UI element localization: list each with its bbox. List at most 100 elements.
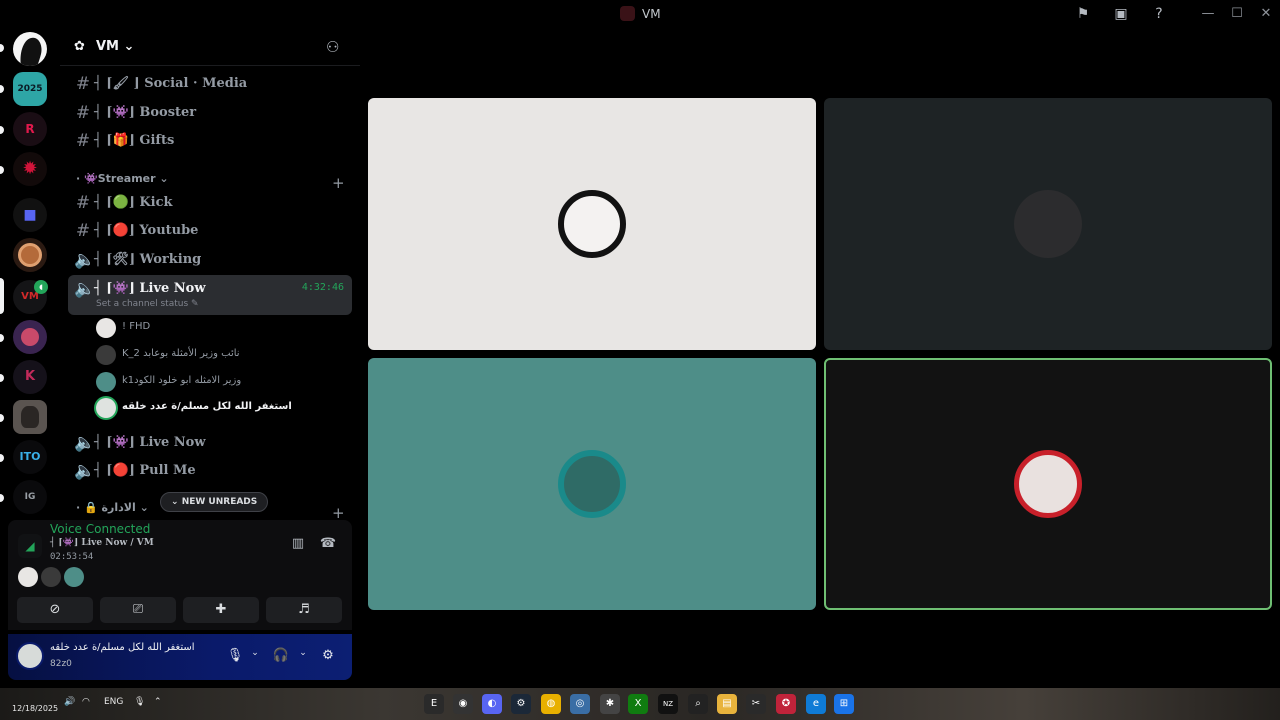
microphone-icon[interactable]: 🎙 bbox=[226, 648, 244, 666]
soundboard-button[interactable]: ♬ bbox=[266, 597, 342, 623]
voice-connection-panel: ◢ Voice Connected ┤ ⌈👾⌋ Live Now / VM 02… bbox=[8, 520, 352, 630]
nzxt-icon[interactable]: NZ bbox=[658, 694, 678, 714]
volume-icon[interactable]: 🔊 bbox=[64, 697, 75, 707]
server-icon[interactable] bbox=[13, 320, 47, 354]
avatar bbox=[1014, 190, 1082, 258]
chrome-icon[interactable]: ◍ bbox=[541, 694, 561, 714]
camera-off-button[interactable]: ⊘ bbox=[17, 597, 93, 623]
steelseries-icon[interactable]: ✱ bbox=[600, 694, 620, 714]
server-icon[interactable] bbox=[13, 32, 47, 66]
channel-status[interactable]: Set a channel status ✎ bbox=[96, 299, 199, 309]
discord-icon[interactable]: ◐ bbox=[482, 694, 502, 714]
server-icon[interactable]: K bbox=[13, 360, 47, 394]
share-screen-button[interactable]: ⎚ bbox=[100, 597, 176, 623]
avatar bbox=[96, 345, 116, 365]
voice-user[interactable]: ! FHD bbox=[94, 316, 344, 340]
search-icon[interactable]: ⌕ bbox=[688, 694, 708, 714]
channel-timer: 4:32:46 bbox=[301, 282, 344, 293]
avatar[interactable] bbox=[64, 567, 84, 587]
avatar[interactable] bbox=[16, 642, 44, 670]
channel-kick[interactable]: # ┤ ⌈🟢⌋ Kick bbox=[68, 189, 352, 217]
video-tile-speaking[interactable] bbox=[824, 358, 1272, 610]
category-streamer[interactable]: · 👾Streamer ⌄ bbox=[76, 172, 169, 185]
close-button[interactable]: ✕ bbox=[1256, 4, 1276, 24]
text-channel-icon: # bbox=[75, 74, 91, 94]
channel-booster[interactable]: # ┤ ⌈👾⌋ Booster bbox=[68, 99, 352, 127]
chevron-down-icon[interactable]: ⌄ bbox=[246, 648, 264, 666]
unread-indicator bbox=[0, 414, 4, 422]
avatar bbox=[96, 318, 116, 338]
video-tile[interactable] bbox=[368, 98, 816, 350]
app-icon[interactable]: ✪ bbox=[776, 694, 796, 714]
server-header[interactable]: ✿ VM ⌄ ⚇ bbox=[60, 28, 360, 66]
app-icon[interactable]: ◎ bbox=[570, 694, 590, 714]
voice-channel-icon: 🔈 bbox=[74, 433, 96, 453]
unread-indicator bbox=[0, 126, 4, 134]
server-icon[interactable]: ✹ bbox=[13, 152, 47, 186]
chevron-up-icon[interactable]: ⌃ bbox=[154, 697, 162, 707]
folder-icon[interactable]: ■ bbox=[13, 198, 47, 232]
user-panel: استغفر الله لكل مسلم/ة عدد خلقه 82z0 🎙 ⌄… bbox=[8, 634, 352, 680]
help-icon[interactable]: ? bbox=[1150, 5, 1168, 23]
activities-button[interactable]: ✚ bbox=[183, 597, 259, 623]
voice-participants bbox=[18, 567, 84, 587]
channel-live-now[interactable]: 🔈 ┤ ⌈👾⌋ Live Now bbox=[68, 429, 352, 457]
voice-user-speaking[interactable]: استغفر الله لكل مسلم/ة عدد خلقه bbox=[94, 396, 344, 420]
server-icon[interactable]: IG bbox=[13, 480, 47, 514]
voice-user[interactable]: k1وزير الامثله ابو خلود الكود bbox=[94, 370, 344, 394]
unread-indicator bbox=[0, 374, 4, 382]
inbox-icon[interactable]: ▣ bbox=[1112, 5, 1130, 23]
taskbar: 12/18/2025 🔊 ◠ ENG 🎙 ⌃ E ◉ ◐ ⚙ ◍ ◎ ✱ X N… bbox=[0, 688, 1280, 720]
signal-strength-icon[interactable]: ◢ bbox=[18, 534, 42, 558]
channel-label: ┤ ⌈👾⌋ Live Now bbox=[94, 281, 206, 296]
epic-games-icon[interactable]: E bbox=[424, 694, 444, 714]
flag-icon[interactable]: ⚑ bbox=[1074, 5, 1092, 23]
channel-working[interactable]: 🔈 ┤ ⌈🛠⌋ Working bbox=[68, 246, 352, 274]
unread-indicator bbox=[0, 334, 4, 342]
voice-channel-path[interactable]: ┤ ⌈👾⌋ Live Now / VM bbox=[50, 538, 154, 548]
chevron-down-icon[interactable]: ⌄ bbox=[294, 648, 312, 666]
new-unreads-button[interactable]: ⌄ NEW UNREADS bbox=[160, 492, 269, 512]
channel-label: ┤ ⌈🛠⌋ Working bbox=[94, 252, 202, 267]
text-channel-icon: # bbox=[75, 221, 91, 241]
text-channel-icon: # bbox=[75, 103, 91, 123]
obs-icon[interactable]: ◉ bbox=[453, 694, 473, 714]
server-icon[interactable] bbox=[13, 238, 47, 272]
gear-icon[interactable]: ⚙ bbox=[319, 648, 337, 666]
channel-pull-me[interactable]: 🔈 ┤ ⌈🔴⌋ Pull Me bbox=[68, 457, 352, 485]
voice-channel-icon: 🔈 bbox=[74, 461, 96, 481]
user-name[interactable]: استغفر الله لكل مسلم/ة عدد خلقه bbox=[50, 642, 195, 653]
window-title: VM bbox=[620, 6, 661, 21]
xbox-icon[interactable]: X bbox=[628, 694, 648, 714]
capcut-icon[interactable]: ✂ bbox=[746, 694, 766, 714]
minimize-button[interactable]: — bbox=[1198, 4, 1218, 24]
maximize-button[interactable]: ☐ bbox=[1227, 4, 1247, 24]
windows-start-icon[interactable]: ⊞ bbox=[834, 694, 854, 714]
channel-youtube[interactable]: # ┤ ⌈🔴⌋ Youtube bbox=[68, 217, 352, 245]
channel-gifts[interactable]: # ┤ ⌈🎁⌋ Gifts bbox=[68, 127, 352, 155]
channel-social-media[interactable]: # ┤ ⌈🖌 ⌋ Social · Media bbox=[68, 70, 352, 98]
server-icon[interactable]: 2025 bbox=[13, 72, 47, 106]
voice-user[interactable]: K_2 نائب وزير الأمثلة بوعابد bbox=[94, 343, 344, 367]
avatar[interactable] bbox=[41, 567, 61, 587]
headphones-icon[interactable]: 🎧 bbox=[272, 648, 290, 666]
server-icon[interactable]: R bbox=[13, 112, 47, 146]
voice-connected-label: Voice Connected bbox=[50, 522, 151, 536]
noise-suppression-icon[interactable]: ▥ bbox=[288, 536, 308, 554]
language-indicator[interactable]: ENG bbox=[104, 697, 123, 707]
silhouette-icon bbox=[20, 37, 42, 66]
video-tile[interactable] bbox=[368, 358, 816, 610]
channel-live-now-active[interactable]: 🔈 ┤ ⌈👾⌋ Live Now 4:32:46 Set a channel s… bbox=[68, 275, 352, 315]
category-admin[interactable]: · 🔒 الادارة ⌄ bbox=[76, 501, 149, 514]
disconnect-icon[interactable]: ☎ bbox=[318, 536, 338, 554]
mic-tray-icon[interactable]: 🎙 bbox=[134, 697, 145, 707]
server-icon[interactable]: ITO bbox=[13, 440, 47, 474]
wifi-icon[interactable]: ◠ bbox=[82, 697, 90, 707]
invite-people-icon[interactable]: ⚇ bbox=[326, 38, 339, 56]
steam-icon[interactable]: ⚙ bbox=[511, 694, 531, 714]
file-explorer-icon[interactable]: ▤ bbox=[717, 694, 737, 714]
video-tile[interactable] bbox=[824, 98, 1272, 350]
avatar[interactable] bbox=[18, 567, 38, 587]
edge-icon[interactable]: e bbox=[806, 694, 826, 714]
server-icon[interactable] bbox=[13, 400, 47, 434]
